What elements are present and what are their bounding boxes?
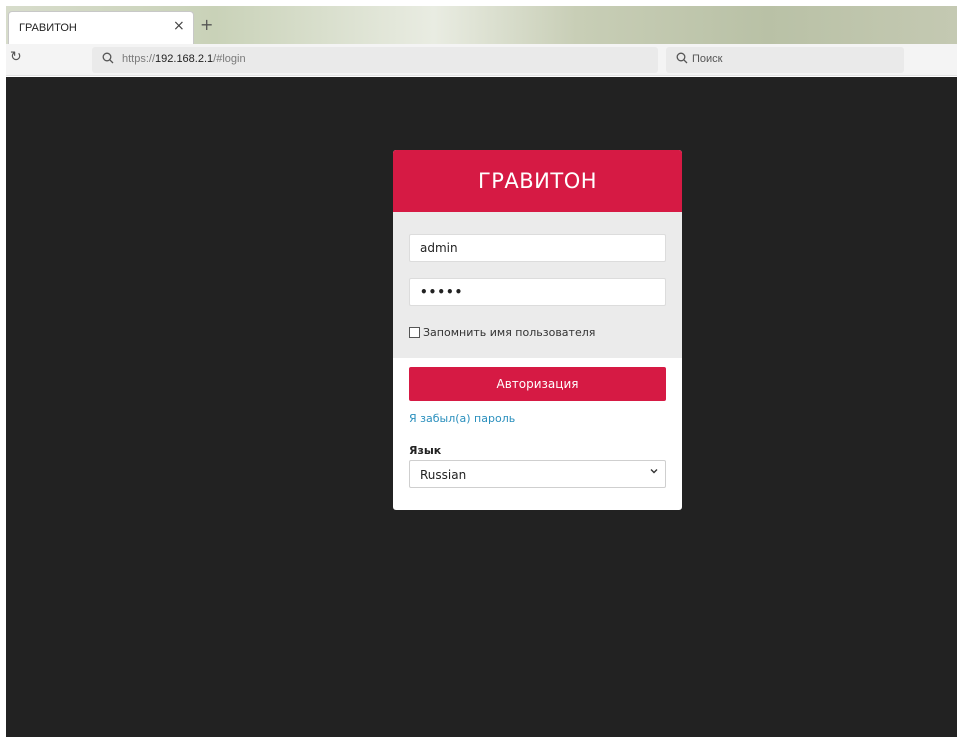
login-header: ГРАВИТОН — [393, 150, 682, 212]
remember-checkbox[interactable] — [409, 326, 420, 338]
password-input[interactable]: ••••• — [409, 278, 666, 306]
url-prefix: https:// — [122, 53, 156, 65]
search-icon — [676, 52, 688, 67]
url-host: 192.168.2.1 — [155, 53, 214, 65]
reload-icon[interactable]: ↻ — [10, 49, 22, 65]
remember-username[interactable]: Запомнить имя пользователя — [409, 325, 595, 339]
browser-tabstrip: ГРАВИТОН × + — [6, 6, 957, 44]
remember-label: Запомнить имя пользователя — [423, 325, 596, 339]
tab-title: ГРАВИТОН — [19, 22, 77, 34]
username-input[interactable]: admin — [409, 234, 666, 262]
close-icon[interactable]: × — [173, 18, 185, 34]
language-select[interactable]: Russian — [409, 460, 666, 488]
login-button[interactable]: Авторизация — [409, 367, 666, 401]
language-label: Язык — [409, 444, 442, 457]
page-viewport: ГРАВИТОН admin ••••• Запомнить имя польз… — [6, 77, 957, 737]
brand-title: ГРАВИТОН — [477, 169, 598, 193]
language-value: Russian — [420, 468, 467, 482]
forgot-password-link[interactable]: Я забыл(а) пароль — [409, 412, 515, 425]
address-bar[interactable]: https://192.168.2.1/#login — [92, 47, 658, 73]
browser-search-bar[interactable]: Поиск — [666, 47, 904, 73]
new-tab-icon[interactable]: + — [200, 15, 213, 34]
url-suffix: /#login — [213, 53, 246, 65]
chevron-down-icon — [649, 466, 659, 479]
credentials-panel: admin ••••• Запомнить имя пользователя — [393, 212, 682, 358]
browser-navbar: ↻ https://192.168.2.1/#login Поиск — [6, 44, 957, 76]
login-card: ГРАВИТОН admin ••••• Запомнить имя польз… — [393, 150, 682, 510]
search-placeholder: Поиск — [692, 53, 723, 65]
search-icon — [102, 52, 114, 67]
url-text: https://192.168.2.1/#login — [122, 53, 246, 65]
browser-tab[interactable]: ГРАВИТОН × — [8, 11, 194, 44]
